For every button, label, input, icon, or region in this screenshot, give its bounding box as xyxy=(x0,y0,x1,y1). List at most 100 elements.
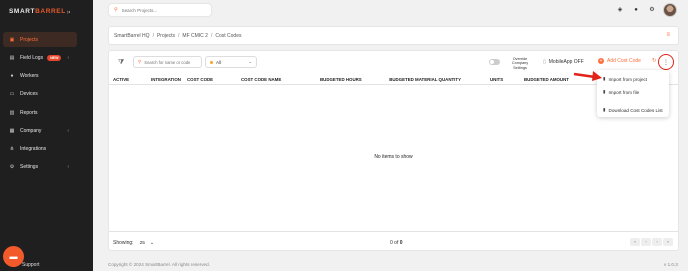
chevron-left-icon: ‹ xyxy=(67,127,69,134)
column-header[interactable]: COST CODE NAME xyxy=(241,77,281,82)
showing-label: Showing: xyxy=(113,240,134,246)
more-options-menu: ▮ Import from project ▮ Import from file… xyxy=(597,70,669,117)
pagination-controls: « ‹ › » xyxy=(630,238,673,246)
breadcrumb-bar: SmartBarrel HQ / Projects / MF CMIC 2/ Cos… xyxy=(108,26,679,45)
building-icon: ▦ xyxy=(9,127,15,134)
breadcrumb-item-current: Cost Codes xyxy=(215,33,242,39)
add-cost-code-button[interactable]: + Add Cost Code xyxy=(598,58,641,64)
clipboard-icon: ▤ xyxy=(9,54,15,61)
more-options-button[interactable]: ⋮ xyxy=(658,54,674,70)
copyright-text: Copyright © 2024 SmartBarrel. All rights… xyxy=(108,262,210,267)
chat-support-button[interactable]: ▬ xyxy=(3,246,24,267)
chevron-down-icon: ⌄ xyxy=(248,59,252,64)
override-company-settings-label: Override Company Settings xyxy=(511,57,529,70)
sidebar-item-label: Field Logs xyxy=(20,54,44,61)
support-link[interactable]: Support xyxy=(22,262,40,268)
menu-item-import-from-file[interactable]: ▮ Import from file xyxy=(603,89,639,95)
column-header[interactable]: COST CODE xyxy=(187,77,213,82)
hamburger-menu-icon[interactable]: ≡ xyxy=(666,32,670,38)
menu-item-label: Import from project xyxy=(608,76,648,82)
sidebar-item-label: Devices xyxy=(20,90,38,97)
sidebar-item-reports[interactable]: ▥ Reports xyxy=(3,105,77,120)
menu-item-label: Import from file xyxy=(608,89,640,95)
sidebar-item-company[interactable]: ▦ Company ‹ xyxy=(3,123,77,138)
first-page-button[interactable]: « xyxy=(630,238,640,246)
annotation-arrow-icon xyxy=(573,71,602,81)
chart-icon: ▥ xyxy=(9,109,15,116)
new-badge: NEW xyxy=(47,54,62,61)
pagination-count-total: 0 xyxy=(399,240,403,246)
last-page-button[interactable]: » xyxy=(663,238,673,246)
download-icon: ▮ xyxy=(603,107,606,112)
breadcrumb-separator: / xyxy=(210,33,213,39)
avatar[interactable] xyxy=(663,3,677,17)
pagination-count: 0 of 0 xyxy=(390,240,403,246)
breadcrumb-separator: / xyxy=(152,33,154,39)
sidebar-item-label: Reports xyxy=(20,109,38,116)
search-icon: ⚲ xyxy=(114,7,118,13)
global-search-input[interactable] xyxy=(121,7,207,13)
column-header[interactable]: INTEGRATION xyxy=(151,77,181,82)
menu-item-label: Download Cost Codes List xyxy=(608,107,663,113)
mobile-app-toggle[interactable]: ▯ MobileApp OFF xyxy=(543,59,584,65)
sidebar-item-settings[interactable]: ⚙ Settings ‹ xyxy=(3,159,77,174)
filter-icon[interactable]: ⧩ xyxy=(118,59,124,67)
sidebar: SMARTBARREL |◂ ▣ Projects ▤ Field Logs N… xyxy=(0,0,93,271)
gear-icon[interactable]: ⚙ xyxy=(648,6,656,14)
sidebar-item-workers[interactable]: ● Workers xyxy=(3,68,77,83)
sidebar-item-label: Settings xyxy=(20,163,39,170)
plus-icon: + xyxy=(598,58,604,64)
version-text: v 1.0.3 xyxy=(664,262,678,267)
sidebar-item-label: Workers xyxy=(20,72,39,79)
breadcrumb-separator: / xyxy=(178,33,180,39)
refresh-icon[interactable]: ↻ xyxy=(652,58,657,64)
menu-item-import-from-project[interactable]: ▮ Import from project xyxy=(603,76,647,82)
logo: SMARTBARREL xyxy=(9,8,66,15)
page-size-value: 25 xyxy=(139,240,145,246)
breadcrumb-item[interactable]: SmartBarrel HQ xyxy=(114,33,150,39)
table-footer: Showing: 25 ⌄ 0 of 0 « ‹ › » xyxy=(109,231,678,251)
column-header[interactable]: BUDGETED HOURS xyxy=(320,77,362,82)
empty-state-message: No items to show xyxy=(374,154,413,160)
collapse-sidebar-icon[interactable]: |◂ xyxy=(67,9,70,14)
mobile-phone-icon: ▯ xyxy=(543,59,546,65)
column-header[interactable]: ACTIVE xyxy=(113,77,129,82)
column-header[interactable]: UNITS xyxy=(490,77,503,82)
chat-icon: ▬ xyxy=(9,252,18,261)
search-icon: ⚲ xyxy=(138,59,142,64)
notification-icon[interactable]: ◈ xyxy=(616,6,624,14)
page-size-select[interactable]: 25 ⌄ xyxy=(140,241,154,246)
column-header[interactable]: BUDGETED AMOUNT xyxy=(524,77,569,82)
device-icon: ▭ xyxy=(9,90,15,97)
next-page-button[interactable]: › xyxy=(652,238,662,246)
sidebar-item-devices[interactable]: ▭ Devices xyxy=(3,86,77,101)
add-cost-code-label: Add Cost Code xyxy=(607,58,641,64)
sidebar-item-projects[interactable]: ▣ Projects xyxy=(3,32,77,47)
column-header[interactable]: BUDGETED MATERIAL QUANTITY xyxy=(371,77,461,82)
global-search[interactable]: ⚲ xyxy=(108,3,212,17)
override-company-settings-toggle[interactable] xyxy=(489,59,500,65)
pagination-count-prefix: 0 of xyxy=(390,240,400,246)
user-icon: ● xyxy=(10,72,14,79)
file-icon: ▮ xyxy=(603,89,606,94)
chevron-down-icon: ⌄ xyxy=(149,240,154,246)
prev-page-button[interactable]: ‹ xyxy=(641,238,651,246)
sidebar-item-integrations[interactable]: ⋔ Integrations xyxy=(3,141,77,156)
breadcrumb-item[interactable]: MF CMIC 2 xyxy=(182,33,208,39)
status-filter-select[interactable]: All ⌄ xyxy=(205,56,257,68)
sidebar-item-label: Projects xyxy=(20,36,39,43)
vertical-dots-icon: ⋮ xyxy=(663,59,669,66)
cost-code-search-input[interactable] xyxy=(144,59,200,65)
chevron-left-icon: ‹ xyxy=(67,163,69,170)
chevron-left-icon: ‹ xyxy=(67,54,69,61)
status-dot-icon xyxy=(210,60,213,64)
help-icon[interactable]: ● xyxy=(632,6,640,14)
folder-icon: ▣ xyxy=(9,36,15,43)
sidebar-item-field-logs[interactable]: ▤ Field Logs NEW ‹ xyxy=(3,50,77,65)
breadcrumb-item[interactable]: Projects xyxy=(157,33,175,39)
cost-code-search[interactable]: ⚲ xyxy=(133,56,202,68)
menu-item-download-cost-codes[interactable]: ▮ Download Cost Codes List xyxy=(603,107,663,113)
import-icon: ▮ xyxy=(603,76,606,81)
sidebar-item-label: Company xyxy=(20,127,42,134)
sidebar-item-label: Integrations xyxy=(20,145,47,152)
